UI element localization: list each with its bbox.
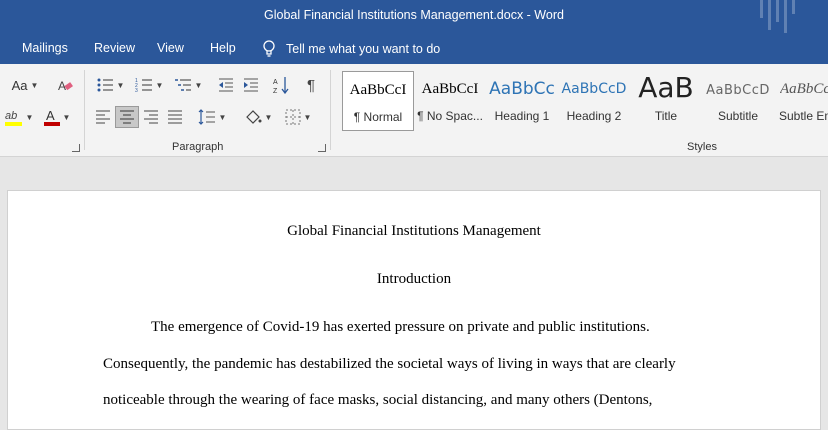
tab-mailings[interactable]: Mailings [22,41,68,55]
paragraph-line: Consequently, the pandemic has destabili… [103,356,676,372]
svg-text:A: A [273,79,278,86]
document-area: Global Financial Institutions Management… [0,158,828,430]
decrease-indent-icon [219,78,233,92]
justify-button[interactable] [164,106,186,128]
align-center-icon [120,110,134,124]
tab-view[interactable]: View [157,41,184,55]
style-normal-name: ¶ Normal [353,110,403,124]
increase-indent-button[interactable] [240,74,262,96]
styles-group-label: Styles [687,141,717,153]
style-heading-2-name: Heading 2 [566,109,622,123]
style-heading-1-sample: AaBbCc [489,79,555,99]
style-subtitle-name: Subtitle [717,109,759,123]
tell-me-search[interactable]: Tell me what you want to do [262,39,440,59]
ribbon: Aa ▼ A ab ▼ A ▼ ▼ 1 2 3 ▼ ▼ A Z ¶ ▼ ▼ ▼ … [0,64,828,157]
increase-indent-icon [244,78,258,92]
borders-button[interactable]: ▼ [280,106,316,128]
style-heading-2-sample: AaBbCcD [561,81,627,97]
clear-formatting-icon: A [58,79,73,93]
bullets-icon [97,78,113,92]
document-page[interactable]: Global Financial Institutions Management… [7,190,821,430]
highlight-swatch [4,122,22,126]
font-dialog-launcher[interactable] [72,144,80,152]
style-subtle-emphasis[interactable]: AaBbCcI Subtle Em [774,71,828,131]
style-heading-1-name: Heading 1 [494,109,550,123]
change-case-button[interactable]: Aa ▼ [8,74,42,96]
align-center-button[interactable] [115,106,139,128]
align-left-icon [96,110,110,124]
ribbon-tabs: Mailings Review View Help Tell me what y… [0,33,828,64]
sort-icon: A Z [273,77,289,94]
highlighter-icon: ab [4,110,22,126]
style-subtle-emphasis-name: Subtle Em [779,109,828,123]
line-spacing-icon [198,109,215,125]
tab-review[interactable]: Review [94,41,135,55]
tell-me-text: Tell me what you want to do [286,42,441,56]
style-subtitle[interactable]: AaBbCcD Subtitle [702,71,774,131]
group-separator [84,70,85,150]
font-color-icon: A [43,108,60,126]
shading-button[interactable]: ▼ [240,106,276,128]
style-title-sample: AaB [638,71,694,104]
paragraph-line: The emergence of Covid-19 has exerted pr… [151,319,650,335]
style-subtitle-sample: AaBbCcD [706,83,770,98]
highlight-color-button[interactable]: ab ▼ [2,106,36,128]
svg-text:Z: Z [273,88,278,94]
style-normal-sample: AaBbCcI [349,82,407,98]
align-right-button[interactable] [140,106,162,128]
justify-icon [168,110,182,124]
style-no-spacing[interactable]: AaBbCcI ¶ No Spac... [414,71,486,131]
multilevel-list-icon [174,79,191,91]
clear-formatting-button[interactable]: A [54,74,76,96]
bullets-button[interactable]: ▼ [92,74,128,96]
document-title: Global Financial Institutions Management [287,223,541,239]
font-color-swatch [43,122,60,126]
numbering-icon: 1 2 3 [135,78,152,93]
group-separator [330,70,331,150]
change-case-label: Aa [11,77,28,93]
paragraph-dialog-launcher[interactable] [318,144,326,152]
align-left-button[interactable] [92,106,114,128]
numbering-button[interactable]: 1 2 3 ▼ [131,74,167,96]
svg-text:ab: ab [5,110,17,122]
line-spacing-button[interactable]: ▼ [194,106,230,128]
style-title-name: Title [654,109,678,123]
style-no-spacing-sample: AaBbCcI [421,81,479,97]
multilevel-list-button[interactable]: ▼ [170,74,206,96]
style-no-spacing-name: ¶ No Spac... [417,109,483,123]
align-right-icon [144,110,158,124]
borders-icon [285,109,301,125]
sort-button[interactable]: A Z [270,74,292,96]
style-heading-2[interactable]: AaBbCcD Heading 2 [558,71,630,131]
style-heading-1[interactable]: AaBbCc Heading 1 [486,71,558,131]
show-formatting-marks-button[interactable]: ¶ [300,74,322,96]
font-color-button[interactable]: A ▼ [40,106,74,128]
paint-bucket-icon [245,110,262,124]
svg-text:A: A [46,108,55,123]
window-title: Global Financial Institutions Management… [264,8,564,22]
style-subtle-emphasis-sample: AaBbCcI [780,81,828,97]
style-normal[interactable]: AaBbCcI ¶ Normal [342,71,414,131]
paragraph-group-label: Paragraph [172,141,224,153]
title-bar: Global Financial Institutions Management… [0,0,828,33]
lightbulb-icon [263,40,275,57]
decrease-indent-button[interactable] [215,74,237,96]
svg-text:3: 3 [135,88,138,93]
title-bar-decoration [760,0,800,33]
tab-help[interactable]: Help [210,41,236,55]
document-heading: Introduction [376,271,452,287]
paragraph-line: noticeable through the wearing of face m… [103,392,653,408]
style-title[interactable]: AaB Title [630,71,702,131]
